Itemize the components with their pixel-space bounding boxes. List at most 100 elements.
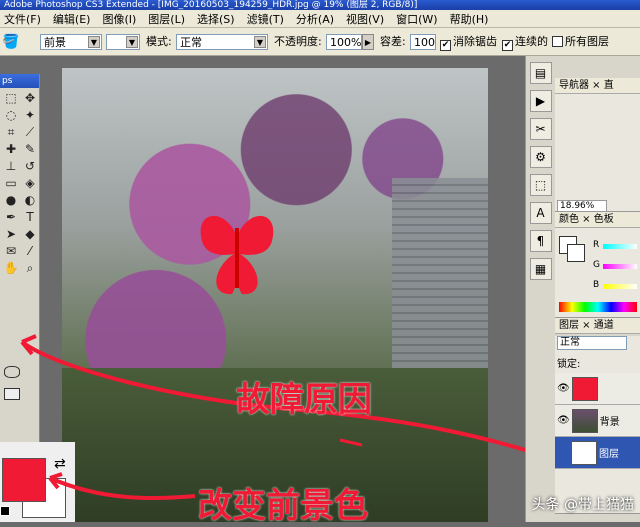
menu-layer[interactable]: 图层(L)	[148, 11, 185, 27]
eye-icon[interactable]: 👁	[557, 383, 570, 394]
photo-canvas[interactable]	[62, 68, 488, 522]
tab-color-label: 颜色	[559, 214, 579, 225]
pattern-picker[interactable]: ▼	[106, 34, 140, 50]
tab-color[interactable]: 颜色 × 色板	[555, 212, 640, 228]
checkbox-checked-icon: ✔	[440, 40, 451, 51]
foreground-color-swatch[interactable]	[2, 458, 46, 502]
channel-r-label: R	[593, 240, 600, 250]
type-tool-icon[interactable]: T	[21, 209, 39, 225]
zoom-tool-icon[interactable]: ⌕	[21, 260, 39, 276]
move-tool-icon[interactable]: ✥	[21, 90, 39, 106]
shape-tool-icon[interactable]: ◆	[21, 226, 39, 242]
eyedropper-icon[interactable]: ⁄	[21, 243, 39, 259]
tab-navigator[interactable]: 导航器 × 直	[555, 78, 640, 94]
marquee-tool-icon[interactable]: ⬚	[2, 90, 20, 106]
lasso-tool-icon[interactable]: ◌	[2, 107, 20, 123]
antialias-checkbox[interactable]: ✔ 消除锯齿	[440, 34, 497, 51]
paragraph-icon[interactable]: ¶	[529, 230, 552, 252]
screen-mode-icon[interactable]	[4, 388, 20, 400]
healing-brush-icon[interactable]: ✚	[2, 141, 20, 157]
default-colors-icon[interactable]	[0, 506, 10, 516]
swap-colors-icon[interactable]: ⇄	[54, 456, 66, 472]
tab-navigator-label: 导航器	[559, 80, 589, 91]
actions-icon[interactable]: ▶	[529, 90, 552, 112]
opacity-arrow-icon[interactable]: ▶	[362, 34, 374, 50]
tab-channels-label: 通道	[593, 320, 614, 331]
clone-source-icon[interactable]: ⬚	[529, 174, 552, 196]
blur-tool-icon[interactable]: ●	[2, 192, 20, 208]
options-bar: 🪣 前景 ▼ ▼ 模式: 正常 ▼ 不透明度: 100% ▶ 容差: 100 ✔…	[0, 28, 640, 56]
menu-select[interactable]: 选择(S)	[197, 11, 235, 27]
pen-tool-icon[interactable]: ✒	[2, 209, 20, 225]
toolbox-header: ps	[0, 74, 39, 88]
layer-comps-icon[interactable]: ▦	[529, 258, 552, 280]
contiguous-checkbox[interactable]: ✔ 连续的	[502, 34, 548, 51]
layer-row-selected[interactable]: 图层	[555, 437, 640, 469]
color-panel-fg-swatch[interactable]	[567, 244, 585, 262]
eye-icon[interactable]: 👁	[557, 415, 570, 426]
chevron-down-icon: ▼	[126, 36, 138, 48]
tab-swatches-label: 色板	[593, 214, 614, 225]
panel-dock: ▤ ▶ ✂ ⚙ ⬚ A ¶ ▦	[525, 56, 555, 522]
eraser-tool-icon[interactable]: ▭	[2, 175, 20, 191]
dodge-tool-icon[interactable]: ◐	[21, 192, 39, 208]
layer-row[interactable]: 👁	[555, 373, 640, 405]
channel-g-label: G	[593, 260, 600, 270]
mode-value: 正常	[180, 36, 202, 49]
opacity-label: 不透明度:	[274, 35, 322, 48]
magic-wand-icon[interactable]: ✦	[21, 107, 39, 123]
paint-bucket-icon[interactable]: 🪣	[2, 34, 28, 50]
checkbox-unchecked-icon	[552, 36, 563, 47]
menu-image[interactable]: 图像(I)	[102, 11, 136, 27]
history-icon[interactable]: ▤	[529, 62, 552, 84]
menu-help[interactable]: 帮助(H)	[450, 11, 489, 27]
slice-tool-icon[interactable]: ⟋	[21, 124, 39, 140]
tolerance-input[interactable]: 100	[410, 34, 436, 50]
color-ramp[interactable]	[559, 302, 637, 312]
building-image	[392, 178, 488, 368]
layer-name: 图层	[599, 449, 619, 460]
window-title: Adobe Photoshop CS3 Extended - [IMG_2016…	[0, 0, 640, 10]
menu-edit[interactable]: 编辑(E)	[53, 11, 91, 27]
menu-view[interactable]: 视图(V)	[346, 11, 384, 27]
checkbox-checked-icon: ✔	[502, 40, 513, 51]
menu-analysis[interactable]: 分析(A)	[296, 11, 334, 27]
brushes-icon[interactable]: ⚙	[529, 146, 552, 168]
tab-layers[interactable]: 图层 × 通道	[555, 318, 640, 334]
notes-tool-icon[interactable]: ✉	[2, 243, 20, 259]
zoom-input[interactable]: 18.96%	[557, 200, 607, 212]
fill-source-select[interactable]: 前景 ▼	[40, 34, 102, 50]
crop-tool-icon[interactable]: ⌗	[2, 124, 20, 140]
tools-icon[interactable]: ✂	[529, 118, 552, 140]
green-slider[interactable]	[603, 264, 637, 269]
mode-select[interactable]: 正常 ▼	[176, 34, 268, 50]
menu-window[interactable]: 窗口(W)	[396, 11, 437, 27]
annotation-cause: 故障原因	[236, 380, 372, 420]
antialias-label: 消除锯齿	[453, 35, 497, 48]
character-icon[interactable]: A	[529, 202, 552, 224]
all-layers-label: 所有图层	[565, 35, 609, 48]
opacity-input[interactable]: 100%	[326, 34, 362, 50]
blend-mode-select[interactable]: 正常	[557, 336, 627, 350]
watermark: 头条 @带上猫猫	[531, 497, 634, 513]
layer-thumbnail	[571, 408, 598, 433]
quick-mask-icon[interactable]	[4, 366, 20, 378]
stamp-tool-icon[interactable]: ⊥	[2, 158, 20, 174]
brush-tool-icon[interactable]: ✎	[21, 141, 39, 157]
red-slider[interactable]	[603, 244, 637, 249]
right-panels: 导航器 × 直 18.96% 颜色 × 色板 R G B 图层 × 通道 正常 …	[555, 56, 640, 522]
history-brush-icon[interactable]: ↺	[21, 158, 39, 174]
color-panel: R G B	[555, 228, 640, 318]
menu-file[interactable]: 文件(F)	[4, 11, 41, 27]
paint-bucket-tool-icon[interactable]: ◈	[21, 175, 39, 191]
all-layers-checkbox[interactable]: 所有图层	[552, 34, 609, 50]
contiguous-label: 连续的	[515, 35, 548, 48]
blue-slider[interactable]	[603, 284, 637, 289]
menu-filter[interactable]: 滤镜(T)	[247, 11, 284, 27]
hand-tool-icon[interactable]: ✋	[2, 260, 20, 276]
layer-thumbnail	[571, 440, 597, 465]
path-select-icon[interactable]: ➤	[2, 226, 20, 242]
chevron-down-icon: ▼	[88, 36, 100, 48]
layer-row[interactable]: 👁 背景	[555, 405, 640, 437]
fill-source-value: 前景	[44, 36, 66, 49]
